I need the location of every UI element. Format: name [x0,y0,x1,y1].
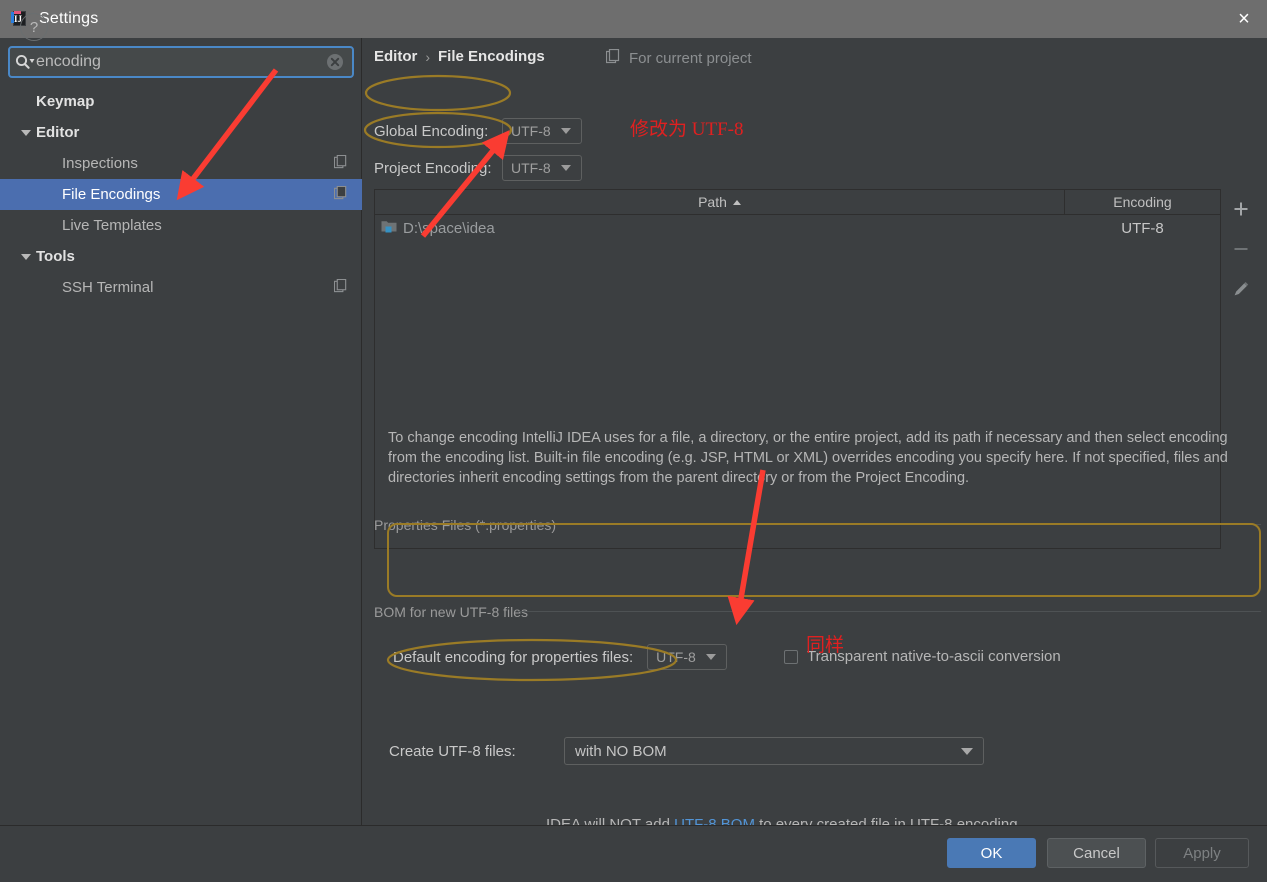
settings-dialog: IJ Settings × KeymapEdit [0,0,1267,882]
breadcrumb: Editor › File Encodings [374,48,545,65]
global-encoding-select[interactable]: UTF-8 [502,118,582,144]
table-body: D:\space\idea UTF-8 [375,215,1220,241]
default-properties-encoding-row: Default encoding for properties files: U… [393,644,728,670]
help-button[interactable]: ? [20,13,48,41]
table-cell-path: D:\space\idea [375,219,1065,237]
global-encoding-label: Global Encoding: [374,122,489,140]
sidebar-item-inspections[interactable]: Inspections [0,148,362,179]
for-current-project-text: For current project [629,50,752,67]
sidebar-item-tools[interactable]: Tools [0,241,362,272]
column-header-encoding[interactable]: Encoding [1065,190,1220,214]
info-text: To change encoding IntelliJ IDEA uses fo… [388,430,1228,486]
default-properties-encoding-select[interactable]: UTF-8 [647,644,728,670]
title-bar: IJ Settings × [0,0,1267,38]
close-icon[interactable]: × [1221,0,1267,38]
file-encodings-pane: Editor › File Encodings For current proj… [363,38,1267,833]
sidebar-item-ssh-terminal[interactable]: SSH Terminal [0,272,362,303]
apply-button[interactable]: Apply [1155,838,1249,868]
create-utf8-files-select[interactable]: with NO BOM [564,737,984,765]
settings-sidebar: Keymap Editor Inspections File Encodings Liv… [0,38,362,825]
sidebar-item-file-encodings[interactable]: File Encodings [0,179,362,210]
project-encoding-value: UTF-8 [511,160,551,176]
global-encoding-row: Global Encoding: UTF-8 [374,118,582,144]
table-header: Path Encoding [375,190,1220,215]
search-field[interactable] [8,46,354,78]
properties-section-title: Properties Files (*.properties) [374,517,557,533]
chevron-down-icon[interactable] [18,249,34,265]
sidebar-item-label: Inspections [62,155,138,172]
annotation-change-to-utf8: 修改为 UTF-8 [630,119,744,140]
section-divider [518,611,1261,612]
copy-badge-icon [333,154,348,173]
settings-tree: Keymap Editor Inspections File Encodings Liv… [0,86,362,303]
for-current-project-label: For current project [605,48,752,68]
remove-button[interactable] [1221,229,1261,269]
sidebar-item-label: Editor [36,124,80,141]
create-utf8-files-row: Create UTF-8 files: with NO BOM [389,737,984,765]
column-header-encoding-label: Encoding [1113,194,1172,210]
table-row[interactable]: D:\space\idea UTF-8 [375,215,1220,241]
sidebar-item-live-templates[interactable]: Live Templates [0,210,362,241]
breadcrumb-root[interactable]: Editor [374,48,417,65]
chevron-down-icon [705,654,716,660]
checkbox-box[interactable] [784,649,798,664]
sidebar-item-label: Tools [36,248,75,265]
column-header-path-label: Path [698,194,727,210]
search-input[interactable] [36,53,318,71]
ok-button[interactable]: OK [947,838,1036,868]
project-encoding-select[interactable]: UTF-8 [502,155,582,181]
sidebar-item-label: File Encodings [62,186,161,203]
transparent-native-to-ascii-label: Transparent native-to-ascii conversion [807,648,1061,665]
global-encoding-value: UTF-8 [511,123,551,139]
cancel-button[interactable]: Cancel [1047,838,1146,868]
chevron-down-icon[interactable] [18,125,34,141]
project-encoding-row: Project Encoding: UTF-8 [374,155,582,181]
sidebar-item-editor[interactable]: Editor [0,117,362,148]
copy-badge-icon [333,185,348,204]
default-properties-encoding-value: UTF-8 [656,649,696,665]
section-divider [566,524,1261,525]
table-cell-encoding[interactable]: UTF-8 [1065,220,1220,237]
default-properties-encoding-label: Default encoding for properties files: [393,648,634,666]
chevron-down-icon [961,747,973,755]
folder-module-icon [381,219,397,237]
add-button[interactable] [1221,189,1261,229]
chevron-down-icon [560,165,571,171]
project-encoding-label: Project Encoding: [374,159,492,177]
breadcrumb-separator: › [425,48,431,65]
sidebar-item-label: SSH Terminal [62,279,154,296]
table-cell-path-text: D:\space\idea [403,219,495,237]
breadcrumb-current: File Encodings [438,48,545,65]
edit-button[interactable] [1221,269,1261,309]
chevron-down-icon [560,128,571,134]
clear-icon[interactable] [318,53,352,71]
copy-badge-icon [605,48,621,68]
sidebar-item-keymap[interactable]: Keymap [0,86,362,117]
annotation-same: 同样 [806,635,845,656]
copy-badge-icon [333,278,348,297]
create-utf8-files-value: with NO BOM [575,742,667,760]
column-header-path[interactable]: Path [375,190,1065,214]
sort-ascending-icon [732,199,741,205]
bom-section-title: BOM for new UTF-8 files [374,604,529,620]
sidebar-item-label: Live Templates [62,217,162,234]
create-utf8-files-label: Create UTF-8 files: [389,742,516,760]
sidebar-item-label: Keymap [36,93,95,110]
